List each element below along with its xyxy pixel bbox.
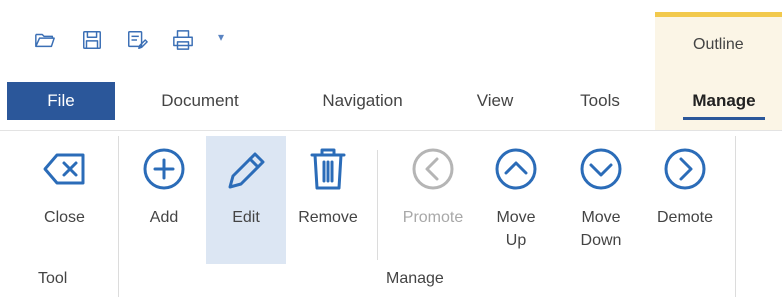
tool-group-label: Tool — [38, 270, 68, 287]
tab-file[interactable]: File — [7, 82, 115, 120]
promote-label: Promote — [402, 209, 464, 226]
customize-qat-dropdown[interactable]: ▾ — [218, 30, 224, 44]
active-tab-indicator — [683, 117, 765, 120]
move-up-label: Move Up — [496, 209, 536, 249]
tab-view[interactable]: View — [465, 82, 525, 120]
save-icon[interactable] — [80, 28, 104, 52]
manage-group-label: Manage — [386, 270, 444, 287]
button-separator — [377, 150, 378, 260]
chevron-left-circle-icon — [408, 144, 458, 194]
ribbon-divider — [0, 130, 782, 131]
edit-button[interactable]: Edit — [206, 136, 286, 264]
demote-button[interactable]: Demote — [643, 136, 727, 264]
group-separator — [118, 136, 119, 297]
tab-manage[interactable]: Manage — [675, 82, 773, 120]
print-icon[interactable] — [171, 28, 195, 52]
add-button[interactable]: Add — [131, 136, 197, 264]
move-down-button[interactable]: Move Down — [564, 136, 638, 264]
close-icon — [40, 144, 90, 194]
open-icon[interactable] — [33, 28, 57, 52]
move-up-button[interactable]: Move Up — [484, 136, 548, 264]
close-button[interactable]: Close — [27, 136, 102, 264]
trash-icon — [303, 144, 353, 194]
pencil-icon — [221, 144, 271, 194]
demote-label: Demote — [656, 209, 714, 226]
remove-label: Remove — [298, 209, 358, 226]
contextual-tab-label: Outline — [693, 36, 744, 53]
group-separator-right — [735, 136, 736, 297]
chevron-up-circle-icon — [491, 144, 541, 194]
chevron-down-circle-icon — [576, 144, 626, 194]
tab-document[interactable]: Document — [140, 82, 260, 120]
tab-tools[interactable]: Tools — [565, 82, 635, 120]
promote-button[interactable]: Promote — [390, 136, 476, 264]
plus-circle-icon — [139, 144, 189, 194]
chevron-right-circle-icon — [660, 144, 710, 194]
save-as-icon[interactable] — [125, 28, 149, 52]
edit-label: Edit — [232, 209, 260, 226]
close-label: Close — [44, 209, 85, 226]
move-down-label: Move Down — [580, 209, 622, 249]
tab-navigation[interactable]: Navigation — [300, 82, 425, 120]
remove-button[interactable]: Remove — [287, 136, 369, 264]
add-label: Add — [149, 209, 179, 226]
